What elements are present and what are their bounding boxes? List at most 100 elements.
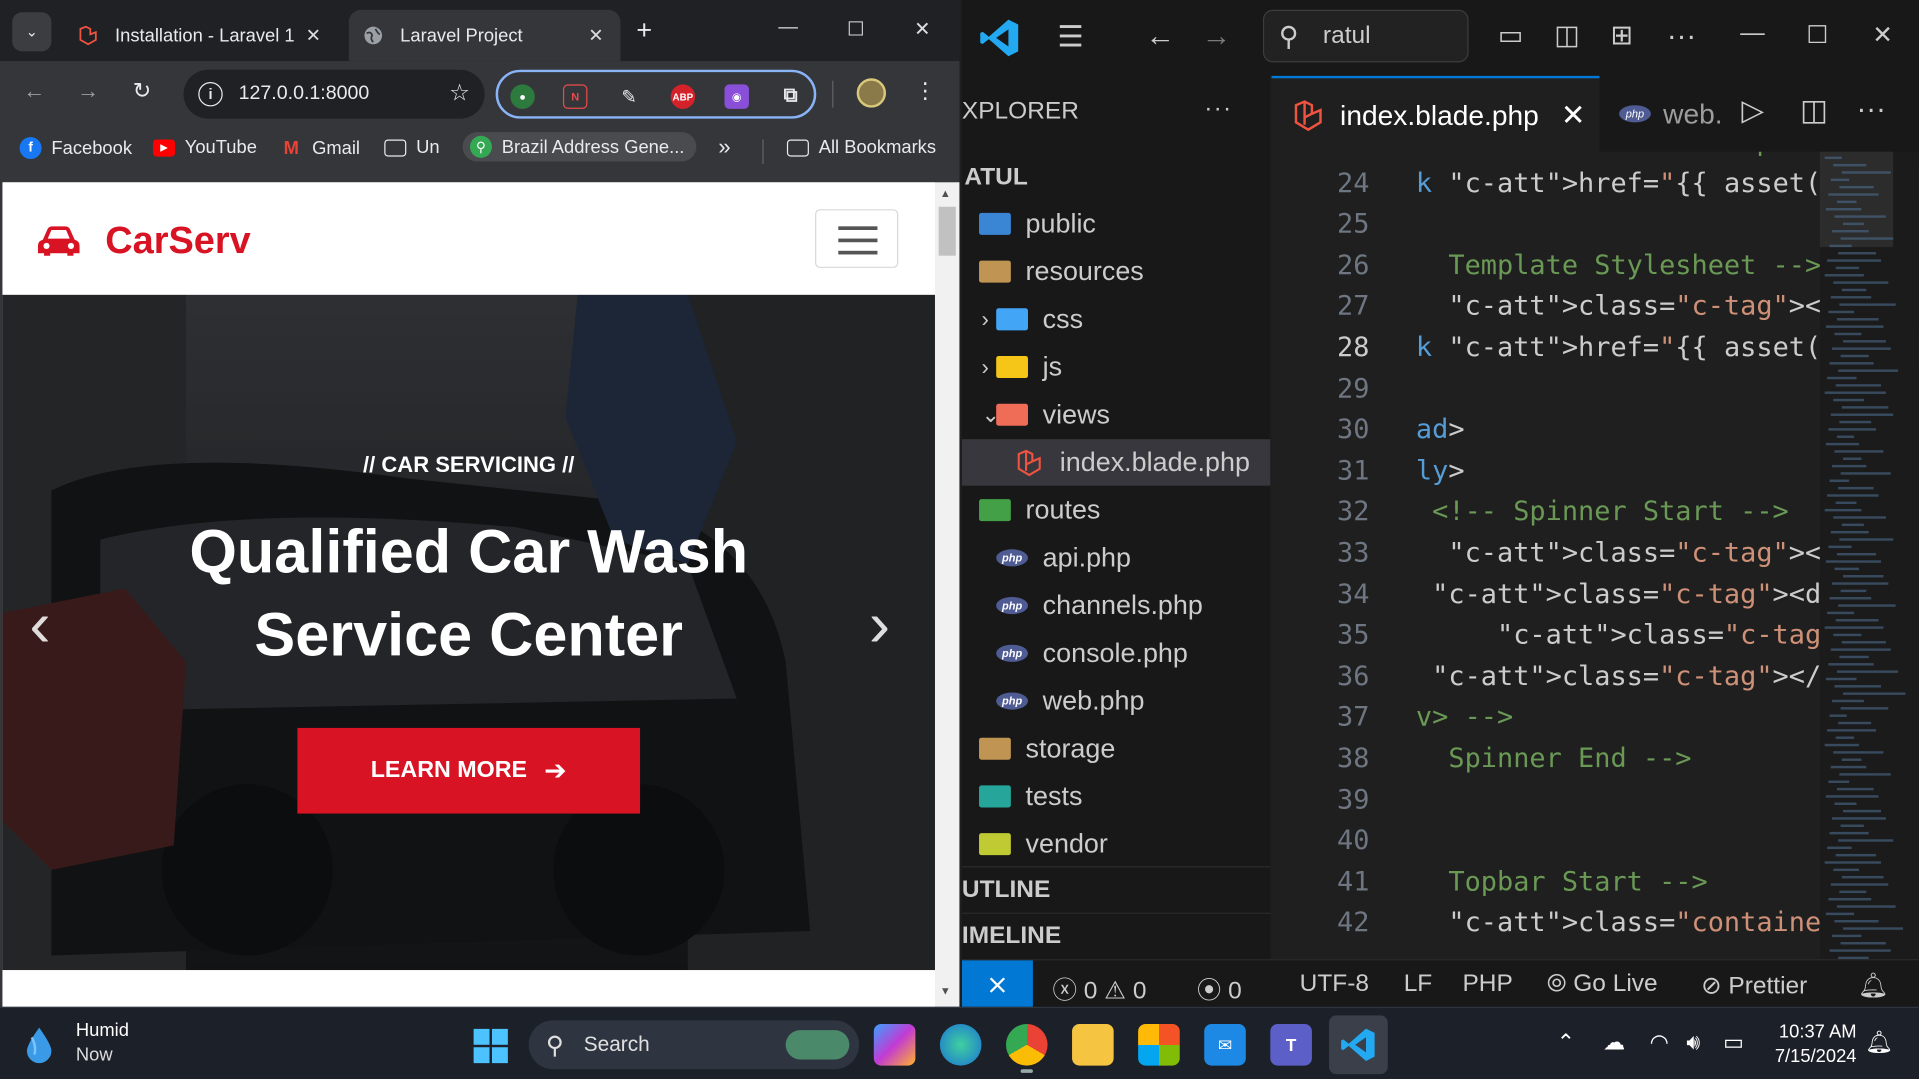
maximize-icon[interactable]: ☐: [1806, 20, 1828, 51]
nav-back-icon[interactable]: ←: [1145, 20, 1174, 54]
onedrive-icon[interactable]: ☁: [1603, 1030, 1625, 1056]
site-info-icon[interactable]: i: [198, 81, 223, 107]
page-scrollbar[interactable]: ▲ ▼: [934, 182, 960, 1007]
reload-icon[interactable]: ↻: [127, 78, 156, 104]
tree-item-index-blade-php[interactable]: index.blade.php: [961, 439, 1271, 486]
problems-indicator[interactable]: ⓧ 0 ⚠ 0: [1052, 970, 1146, 1005]
run-icon[interactable]: ▷: [1741, 93, 1764, 128]
bookmark-all-bookmarks[interactable]: All Bookmarks: [786, 137, 936, 158]
editor-more-icon[interactable]: ···: [1857, 93, 1886, 127]
system-clock[interactable]: 10:37 AM 7/15/2024: [1768, 1020, 1857, 1069]
timeline-section[interactable]: IMELINE: [961, 912, 1271, 959]
color-picker-icon[interactable]: ✎: [617, 84, 641, 108]
puzzle-icon[interactable]: ⧉: [778, 84, 802, 108]
bookmark-brazil-address[interactable]: ⚲ Brazil Address Gene...: [462, 132, 697, 162]
learn-more-button[interactable]: LEARN MORE ➔: [297, 727, 641, 814]
address-bar[interactable]: i 127.0.0.1:8000 ☆: [183, 69, 485, 119]
windows-start-icon[interactable]: [472, 1028, 509, 1065]
more-actions-icon[interactable]: ···: [1667, 20, 1696, 54]
file-explorer-icon[interactable]: [1072, 1023, 1114, 1066]
bookmark-youtube[interactable]: ▶ YouTube: [152, 137, 257, 158]
avatar[interactable]: [856, 78, 887, 108]
minimize-icon[interactable]: —: [778, 17, 798, 39]
tab-search-button[interactable]: ⌄: [12, 12, 52, 52]
extension-green-icon[interactable]: ●: [510, 84, 535, 109]
close-editor-icon[interactable]: ✕: [1561, 97, 1586, 132]
split-editor-icon[interactable]: ◫: [1800, 93, 1828, 128]
adblock-plus-icon[interactable]: ABP: [670, 84, 696, 109]
nav-forward-icon[interactable]: →: [1202, 20, 1231, 54]
close-window-icon[interactable]: ✕: [1872, 20, 1893, 51]
chevron-right-icon[interactable]: ›: [981, 354, 988, 380]
bookmark-folder-un[interactable]: Un: [384, 137, 440, 158]
close-tab-icon[interactable]: ✕: [301, 24, 325, 47]
toggle-panel-icon[interactable]: ▭: [1498, 20, 1523, 52]
tree-item-channels-php[interactable]: php channels.php: [962, 582, 1270, 628]
tray-overflow-icon[interactable]: ⌃: [1557, 1030, 1575, 1056]
prettier-button[interactable]: ⊘ Prettier: [1701, 970, 1807, 1001]
maximize-icon[interactable]: ☐: [847, 17, 865, 41]
scrollbar-thumb[interactable]: [938, 206, 956, 256]
explorer-more-icon[interactable]: ···: [1204, 95, 1232, 123]
eol-indicator[interactable]: LF: [1404, 970, 1433, 998]
tab-laravel-project[interactable]: Laravel Project ✕: [348, 9, 621, 62]
chevron-right-icon[interactable]: ›: [981, 306, 988, 332]
close-window-icon[interactable]: ✕: [914, 17, 930, 41]
minimap[interactable]: [1819, 151, 1919, 960]
tree-item-vendor[interactable]: vendor: [962, 821, 1270, 867]
tree-item-web-php[interactable]: php web.php: [962, 678, 1270, 724]
close-tab-icon[interactable]: ✕: [584, 24, 608, 47]
ports-indicator[interactable]: ⦿ 0: [1197, 970, 1242, 1005]
battery-icon[interactable]: ▭: [1723, 1030, 1744, 1056]
customize-layout-icon[interactable]: ⊞: [1611, 20, 1634, 52]
tree-item-routes[interactable]: routes: [962, 487, 1270, 533]
forward-icon[interactable]: →: [73, 78, 102, 104]
hamburger-menu-icon[interactable]: ☰: [1057, 20, 1083, 55]
edge-icon[interactable]: [939, 1023, 982, 1066]
mail-icon[interactable]: ✉: [1204, 1023, 1246, 1066]
go-live-button[interactable]: ⦾ Go Live: [1547, 970, 1658, 998]
command-center-search[interactable]: ⚲ ratul: [1262, 9, 1469, 63]
bookmark-facebook[interactable]: f Facebook: [19, 137, 132, 160]
encoding-indicator[interactable]: UTF-8: [1300, 970, 1369, 998]
back-icon[interactable]: ←: [20, 78, 49, 104]
bookmarks-overflow-icon[interactable]: »: [718, 135, 730, 161]
editor-tab-index-blade[interactable]: index.blade.php ✕: [1271, 75, 1600, 152]
tree-item-js[interactable]: › js: [962, 344, 1270, 390]
teams-icon[interactable]: T: [1270, 1023, 1312, 1066]
tree-item-views[interactable]: ⌄ views: [962, 391, 1270, 437]
copilot-icon[interactable]: [873, 1023, 916, 1066]
project-root[interactable]: ATUL: [962, 154, 1270, 200]
scroll-up-icon[interactable]: ▲: [940, 187, 951, 199]
tree-item-resources[interactable]: resources: [962, 248, 1270, 294]
bookmark-gmail[interactable]: M Gmail: [280, 137, 360, 159]
minimize-icon[interactable]: —: [1740, 20, 1764, 48]
nav-toggle-button[interactable]: [815, 209, 899, 268]
notifications-bell-icon[interactable]: 🔔︎: [1858, 970, 1889, 1001]
extension-notion-icon[interactable]: N: [562, 84, 588, 109]
extension-camera-icon[interactable]: ◉: [724, 84, 749, 109]
new-tab-button[interactable]: +: [636, 15, 652, 47]
volume-icon[interactable]: 🔊︎: [1686, 1030, 1700, 1056]
tab-installation[interactable]: Installation - Laravel 1 ✕: [64, 10, 338, 61]
vscode-taskbar-icon[interactable]: [1329, 1015, 1388, 1075]
tree-item-api-php[interactable]: php api.php: [962, 535, 1270, 581]
toggle-sidebar-icon[interactable]: ◫: [1554, 20, 1579, 52]
tree-item-console-php[interactable]: php console.php: [962, 630, 1270, 676]
tree-item-tests[interactable]: tests: [962, 773, 1270, 819]
menu-kebab-icon[interactable]: ⋮: [911, 78, 940, 104]
tree-item-css[interactable]: › css: [962, 296, 1270, 342]
language-indicator[interactable]: PHP: [1462, 970, 1512, 998]
scroll-down-icon[interactable]: ▼: [940, 985, 951, 997]
tree-item-storage[interactable]: storage: [962, 725, 1270, 771]
tree-item-public[interactable]: public: [962, 201, 1270, 247]
remote-indicator-icon[interactable]: ⨯: [961, 960, 1033, 1007]
chrome-icon[interactable]: [1005, 1023, 1048, 1073]
outline-section[interactable]: UTLINE: [961, 866, 1271, 912]
editor-tab-web-php[interactable]: php web.: [1619, 76, 1754, 152]
wifi-icon[interactable]: ◠: [1650, 1030, 1669, 1056]
notifications-bell-icon[interactable]: 🔔︎: [1865, 1030, 1893, 1056]
site-brand[interactable]: CarServ: [37, 219, 251, 263]
microsoft-store-icon[interactable]: [1138, 1023, 1180, 1066]
bookmark-star-icon[interactable]: ☆: [449, 80, 470, 108]
